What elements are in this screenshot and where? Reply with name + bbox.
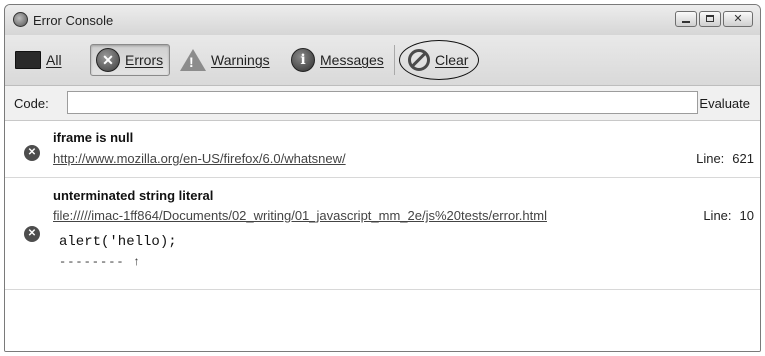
toolbar-separator xyxy=(394,45,395,75)
warning-icon xyxy=(180,49,206,71)
all-messages-icon xyxy=(15,51,41,69)
error-code-snippet: alert('hello); xyxy=(59,234,177,250)
code-bar: Code: Evaluate xyxy=(5,86,760,121)
info-icon: i xyxy=(291,48,315,72)
code-label: Code: xyxy=(14,96,49,111)
clear-button-label: Clear xyxy=(435,52,469,68)
error-source-link[interactable]: http://www.mozilla.org/en-US/firefox/6.0… xyxy=(53,151,346,166)
toolbar: All ✕ Errors Warnings i Messages Clear xyxy=(5,35,760,86)
error-pointer: -------- ↑ xyxy=(59,255,142,269)
message-list[interactable]: ✕ iframe is null http://www.mozilla.org/… xyxy=(5,121,760,351)
messages-button-label: Messages xyxy=(320,52,384,68)
line-number: 621 xyxy=(732,151,754,166)
all-button-label: All xyxy=(46,52,62,68)
list-item[interactable]: ✕ unterminated string literal file://///… xyxy=(5,178,760,290)
error-line: Line: 10 xyxy=(703,208,754,223)
error-icon: ✕ xyxy=(24,145,40,161)
error-icon: ✕ xyxy=(96,48,120,72)
window-title: Error Console xyxy=(33,13,114,28)
title-bar: Error Console xyxy=(5,5,760,35)
errors-button-label: Errors xyxy=(125,52,164,68)
code-input[interactable] xyxy=(67,91,698,114)
firefox-icon xyxy=(13,12,28,27)
evaluate-button[interactable]: Evaluate xyxy=(699,96,750,111)
warnings-button[interactable]: Warnings xyxy=(180,44,270,76)
error-line: Line: 621 xyxy=(696,151,754,166)
list-item[interactable]: ✕ iframe is null http://www.mozilla.org/… xyxy=(5,121,760,178)
window-controls xyxy=(675,11,753,27)
line-number: 10 xyxy=(739,208,754,223)
clear-button[interactable]: Clear xyxy=(408,44,468,76)
messages-button[interactable]: i Messages xyxy=(291,44,384,76)
warnings-button-label: Warnings xyxy=(211,52,270,68)
all-button[interactable]: All xyxy=(15,44,62,76)
line-label: Line: xyxy=(703,208,732,223)
maximize-button[interactable] xyxy=(699,11,721,27)
clear-icon xyxy=(408,49,430,71)
error-source-link[interactable]: file://///imac-1ff864/Documents/02_writi… xyxy=(53,208,547,223)
error-console-window: Error Console All ✕ Errors Warnings i Me… xyxy=(4,4,761,352)
error-icon: ✕ xyxy=(24,226,40,242)
close-button[interactable] xyxy=(723,11,753,27)
error-message: iframe is null xyxy=(53,130,134,145)
line-label: Line: xyxy=(696,151,725,166)
error-message: unterminated string literal xyxy=(53,188,214,203)
errors-button[interactable]: ✕ Errors xyxy=(90,44,171,76)
minimize-button[interactable] xyxy=(675,11,697,27)
